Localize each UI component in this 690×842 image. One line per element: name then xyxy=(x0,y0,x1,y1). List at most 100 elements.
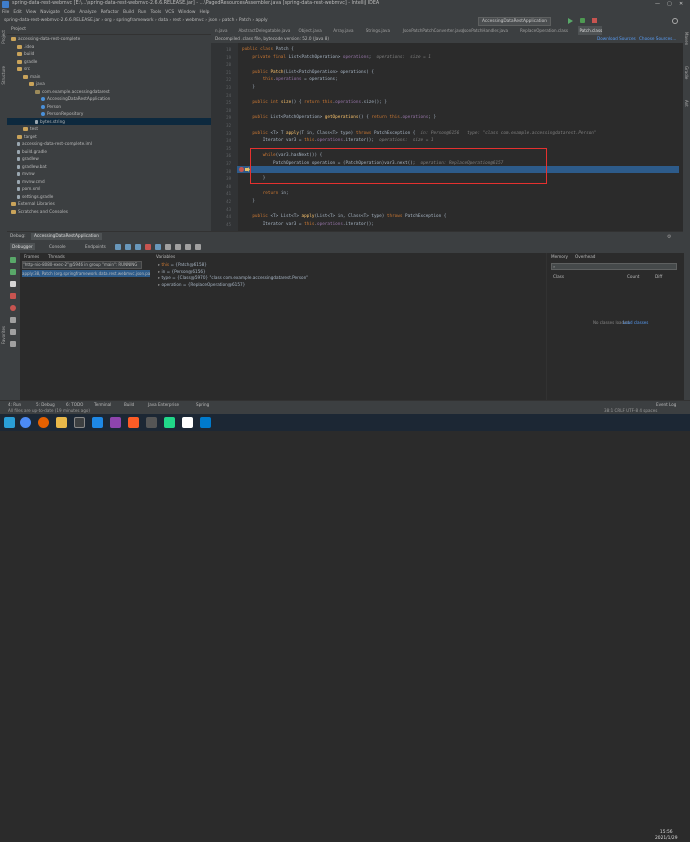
column-class[interactable]: Class xyxy=(553,273,564,280)
debug-settings-icon[interactable] xyxy=(10,341,16,347)
close-button[interactable]: ✕ xyxy=(679,1,683,7)
burp-icon[interactable] xyxy=(128,417,139,428)
notepad-icon[interactable] xyxy=(182,417,193,428)
project-tree-item[interactable]: .idea xyxy=(7,43,221,50)
code-line[interactable]: public Patch(List<PatchOperation> operat… xyxy=(242,70,374,76)
step-out-icon[interactable] xyxy=(155,244,161,250)
code-line[interactable]: private final List<PatchOperation> opera… xyxy=(242,55,431,61)
project-tree-item[interactable]: mvnw xyxy=(7,170,221,177)
code-editor[interactable]: public class Patch { private final List<… xyxy=(238,43,683,231)
maven-tool-tab[interactable]: Maven xyxy=(684,32,689,45)
stop-icon[interactable] xyxy=(592,18,597,23)
code-line[interactable]: Iterator var3 = this.operations.iterator… xyxy=(242,222,374,228)
project-tree-item[interactable]: Person xyxy=(7,103,245,110)
editor-tab[interactable]: Array.java xyxy=(331,26,353,35)
project-tree-item[interactable]: settings.gradle xyxy=(7,193,221,200)
code-line[interactable]: Iterator var3 = this.operations.iterator… xyxy=(242,138,434,144)
project-tree-item[interactable]: External Libraries xyxy=(7,200,215,207)
intellij-icon[interactable] xyxy=(164,417,175,428)
project-tree-item[interactable]: Scratches and Consoles xyxy=(7,208,215,215)
editor-tab[interactable]: n.java xyxy=(213,26,227,35)
run-icon[interactable] xyxy=(568,18,573,24)
menu-view[interactable]: View xyxy=(26,9,36,16)
project-tool-tab[interactable]: Project xyxy=(1,30,6,44)
project-tree-item[interactable]: src xyxy=(7,65,221,72)
code-line[interactable]: this.operations = operations; xyxy=(242,77,338,83)
editor-tab[interactable]: JsonPatchHandler.java xyxy=(461,26,508,35)
project-tree-item[interactable]: accessing-data-rest-complete xyxy=(7,35,215,42)
variable-row[interactable]: ▸ operation = {ReplaceOperation@6157} xyxy=(158,282,245,288)
thread-select[interactable]: "http-nio-8080-exec-2"@5946 in group "ma… xyxy=(22,261,142,269)
project-tree-item[interactable]: mvnw.cmd xyxy=(7,178,221,185)
terminal-icon[interactable] xyxy=(74,417,85,428)
project-tree-item[interactable]: build.gradle xyxy=(7,148,221,155)
project-tree-item[interactable]: PersonRepository xyxy=(7,110,245,117)
pause-icon[interactable] xyxy=(10,281,16,287)
maximize-button[interactable]: ▢ xyxy=(667,1,672,7)
download-sources-link[interactable]: Download Sources xyxy=(597,36,636,41)
chrome-icon[interactable] xyxy=(20,417,31,428)
stack-frame[interactable]: apply:38, Patch (org.springframework.dat… xyxy=(22,270,150,277)
evaluate-expression-icon[interactable] xyxy=(185,244,191,250)
project-tree-item[interactable]: com.example.accessingdatarest xyxy=(7,88,239,95)
code-line[interactable]: public List<PatchOperation> getOperation… xyxy=(242,115,436,121)
code-line[interactable]: return in; xyxy=(242,191,289,197)
editor-tab[interactable]: Object.java xyxy=(297,26,322,35)
editor-tab[interactable]: JsonPatchPatchConverter.java xyxy=(401,26,464,35)
breakpoint-icon[interactable] xyxy=(239,167,244,172)
code-line[interactable]: public int size() { return this.operatio… xyxy=(242,100,387,106)
run-config-select[interactable]: AccessingDataRestApplication xyxy=(478,17,551,26)
system-clock[interactable]: 15:56 2021/1/29 xyxy=(655,830,678,842)
status-position[interactable]: 38:1 CRLF UTF-8 4 spaces xyxy=(604,407,657,414)
start-icon[interactable] xyxy=(4,417,15,428)
menu-edit[interactable]: Edit xyxy=(13,9,22,16)
code-line[interactable]: public class Patch { xyxy=(242,47,294,53)
project-tree-item[interactable]: pom.xml xyxy=(7,185,221,192)
load-classes-link[interactable]: Load classes xyxy=(623,319,648,326)
endpoints-tab[interactable]: Endpoints xyxy=(85,243,106,250)
column-diff[interactable]: Diff xyxy=(655,273,662,280)
menu-vcs[interactable]: VCS xyxy=(165,9,174,16)
project-tree-item[interactable]: build xyxy=(7,50,221,57)
menu-help[interactable]: Help xyxy=(199,9,209,16)
vscode-icon[interactable] xyxy=(200,417,211,428)
stop-debug-icon[interactable] xyxy=(10,293,16,299)
overhead-tab[interactable]: Overhead xyxy=(575,253,595,260)
project-tree-item[interactable]: main xyxy=(7,73,227,80)
code-line[interactable]: } xyxy=(242,199,255,205)
project-tree-item[interactable]: bytes.string xyxy=(7,117,239,125)
memory-tab[interactable]: Memory xyxy=(551,253,568,260)
favorites-tool-tab[interactable]: Favorites xyxy=(1,326,6,344)
project-tree-item[interactable]: accessing-data-rest-complete.iml xyxy=(7,140,221,147)
variable-row[interactable]: ▸ in = {Person@6156} xyxy=(158,269,206,275)
vmware-icon[interactable] xyxy=(92,417,103,428)
menu-window[interactable]: Window xyxy=(178,9,195,16)
editor-tab[interactable]: Patch.class xyxy=(577,26,603,35)
drop-frame-icon[interactable] xyxy=(165,244,171,250)
menu-run[interactable]: Run xyxy=(138,9,146,16)
project-tree-item[interactable]: target xyxy=(7,133,221,140)
project-tree-item[interactable]: test xyxy=(7,125,227,132)
firefox-icon[interactable] xyxy=(38,417,49,428)
editor-tab[interactable]: ReplaceOperation.class xyxy=(518,26,568,35)
code-line[interactable]: } xyxy=(242,85,255,91)
editor-tab[interactable]: Strings.java xyxy=(364,26,390,35)
trace-icon[interactable] xyxy=(195,244,201,250)
project-tree-item[interactable]: gradle xyxy=(7,58,221,65)
code-line[interactable]: public <T> T apply(T in, Class<T> type) … xyxy=(242,131,596,137)
memory-search-input[interactable] xyxy=(551,263,677,270)
show-execution-point-icon[interactable] xyxy=(115,244,121,250)
threads-header[interactable]: Threads xyxy=(48,253,65,260)
search-icon[interactable] xyxy=(672,18,678,24)
project-tree-item[interactable]: java xyxy=(7,80,233,87)
step-over-icon[interactable] xyxy=(125,244,131,250)
menu-build[interactable]: Build xyxy=(123,9,134,16)
menu-file[interactable]: File xyxy=(2,9,9,16)
app-icon[interactable] xyxy=(146,417,157,428)
editor-gutter[interactable]: 18 19 20 21 22 23 24 25 28 29 32 33 34 35 36 37 38 39 40 41… xyxy=(211,43,238,231)
code-line[interactable]: public <T> List<T> apply(List<T> in, Cla… xyxy=(242,214,446,220)
menu-navigate[interactable]: Navigate xyxy=(40,9,60,16)
ant-tool-tab[interactable]: Ant xyxy=(684,100,689,107)
view-breakpoints-icon[interactable] xyxy=(10,305,16,311)
app-icon[interactable] xyxy=(110,417,121,428)
